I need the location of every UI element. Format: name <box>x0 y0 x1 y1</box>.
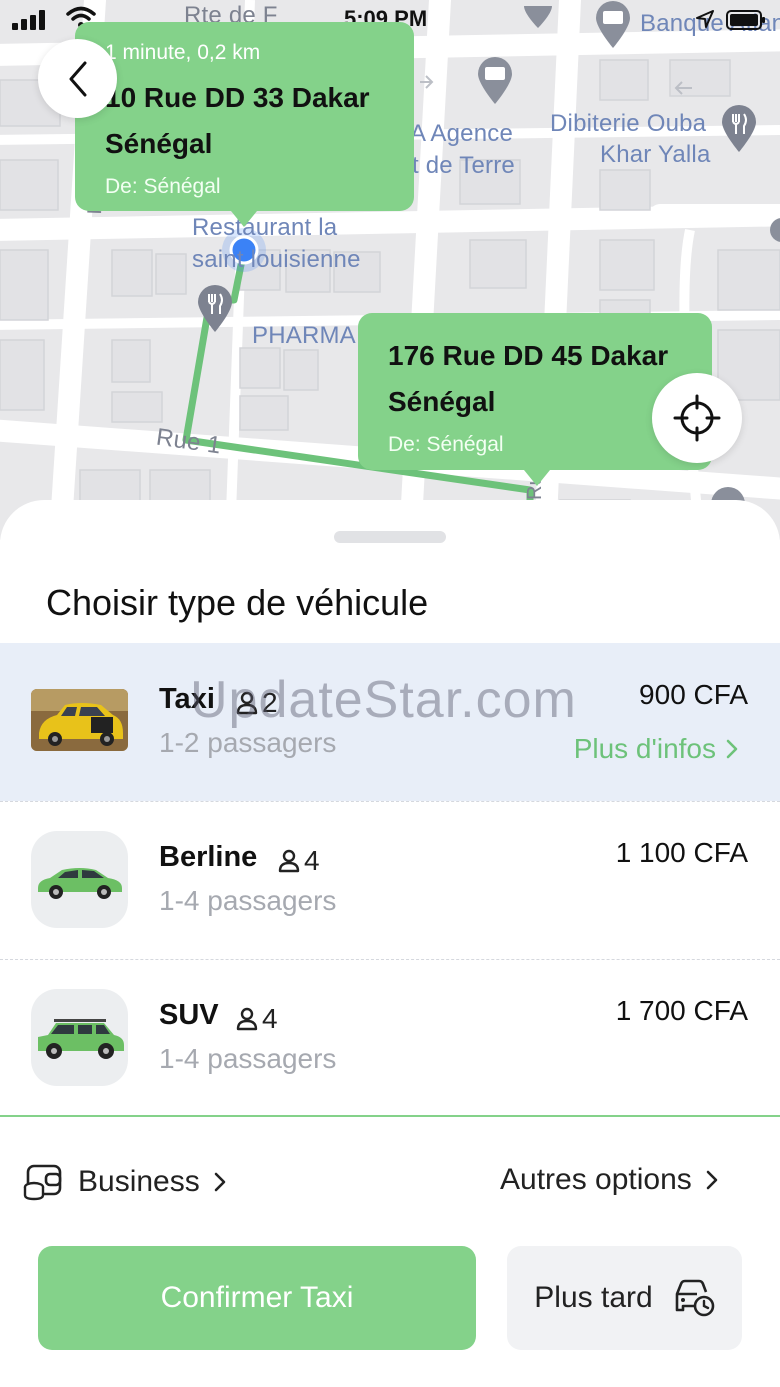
origin-bubble-tail <box>231 211 257 227</box>
car-clock-icon <box>675 1279 714 1317</box>
vehicle-capacity: 4 <box>278 845 320 877</box>
restaurant-pin-icon[interactable] <box>720 104 758 154</box>
chevron-right-icon <box>726 739 738 759</box>
destination-from: De: Sénégal <box>388 433 504 456</box>
destination-address-line1: 176 Rue DD 45 Dakar <box>388 340 669 371</box>
more-info-label: Plus d'infos <box>573 733 716 764</box>
restaurant-pin-icon[interactable] <box>196 284 234 334</box>
user-icon <box>236 1007 258 1031</box>
origin-bubble[interactable]: 1 minute, 0,2 km 10 Rue DD 33 Dakar Séné… <box>75 22 414 227</box>
map-label-pharma: PHARMA <box>252 322 356 349</box>
chevron-right-icon <box>214 1172 226 1192</box>
taxi-image <box>31 689 128 751</box>
sheet-title: Choisir type de véhicule <box>46 582 429 623</box>
place-pin-icon <box>524 6 552 28</box>
origin-address-line2: Sénégal <box>105 128 213 159</box>
suv-image <box>31 989 128 1086</box>
location-arrow-icon <box>696 10 714 28</box>
trip-eta: 1 minute, 0,2 km <box>105 41 261 64</box>
origin-from: De: Sénégal <box>105 175 221 198</box>
map-label-restaurant: Restaurant la <box>192 214 338 241</box>
schedule-later-button[interactable]: Plus tard <box>507 1246 742 1350</box>
other-options-button[interactable]: Autres options <box>500 1163 718 1197</box>
vehicle-row-berline[interactable]: Berline 4 1-4 passagers 1 100 CFA <box>0 801 780 959</box>
map-label-agence: A Agence <box>410 120 514 147</box>
more-info-link[interactable]: Plus d'infos <box>574 733 738 765</box>
vehicle-row-suv[interactable]: SUV 4 1-4 passagers 1 700 CFA <box>0 959 780 1117</box>
origin-address-line1: 10 Rue DD 33 Dakar <box>105 82 370 113</box>
user-icon <box>236 691 258 715</box>
confirm-button[interactable]: Confirmer Taxi <box>38 1246 476 1350</box>
recenter-button[interactable] <box>652 373 742 463</box>
vehicle-price: 1 700 CFA <box>615 995 748 1026</box>
business-button[interactable]: Business <box>22 1163 226 1201</box>
options-divider <box>0 1115 780 1117</box>
atm-pin-icon[interactable] <box>476 56 514 106</box>
other-options-label: Autres options <box>500 1163 692 1196</box>
signal-icon <box>12 10 45 30</box>
map-label-agence-2: t de Terre <box>412 152 515 179</box>
atm-pin-icon[interactable] <box>594 0 632 50</box>
vehicle-passengers: 1-4 passagers <box>159 1043 337 1074</box>
vehicle-passengers: 1-4 passagers <box>159 885 337 916</box>
map-label-restaurant-2: saint louisienne <box>192 246 361 273</box>
battery-icon <box>726 10 765 30</box>
vehicle-capacity-count: 4 <box>304 845 320 876</box>
vehicle-name: SUV <box>159 999 219 1031</box>
berline-image <box>31 831 128 928</box>
back-button[interactable] <box>38 39 117 118</box>
vehicle-capacity: 2 <box>236 687 278 719</box>
vehicle-row-taxi[interactable]: Taxi 2 1-2 passagers 900 CFA Plus d'info… <box>0 643 780 801</box>
map-label-dibiterie-2: Khar Yalla <box>600 141 711 168</box>
destination-bubble-tail <box>524 470 550 486</box>
vehicle-name: Berline <box>159 841 258 873</box>
crosshair-icon <box>673 394 721 442</box>
map-label-dibiterie: Dibiterie Ouba <box>550 110 707 137</box>
user-icon <box>278 849 300 873</box>
vehicle-price: 900 CFA <box>639 679 748 710</box>
vehicle-capacity-count: 4 <box>262 1003 278 1034</box>
vehicle-name: Taxi <box>159 683 215 715</box>
business-label: Business <box>78 1165 200 1198</box>
map-view[interactable]: Rte de F Banque Atlant A Agence t de Ter… <box>0 0 780 540</box>
destination-bubble[interactable]: 176 Rue DD 45 Dakar Sénégal De: Sénégal <box>358 313 712 486</box>
chevron-right-icon <box>706 1170 718 1190</box>
destination-address-line2: Sénégal <box>388 386 496 417</box>
vehicle-sheet: Choisir type de véhicule Taxi 2 1-2 pass… <box>0 500 780 1387</box>
vehicle-capacity: 4 <box>236 1003 278 1035</box>
vehicle-capacity-count: 2 <box>262 687 278 718</box>
schedule-later-label: Plus tard <box>534 1281 653 1314</box>
wallet-icon <box>23 1164 62 1201</box>
sheet-handle[interactable] <box>334 531 446 543</box>
vehicle-passengers: 1-2 passagers <box>159 727 337 758</box>
back-chevron-icon <box>69 61 86 96</box>
vehicle-price: 1 100 CFA <box>615 837 748 868</box>
place-pin-icon <box>770 218 780 242</box>
